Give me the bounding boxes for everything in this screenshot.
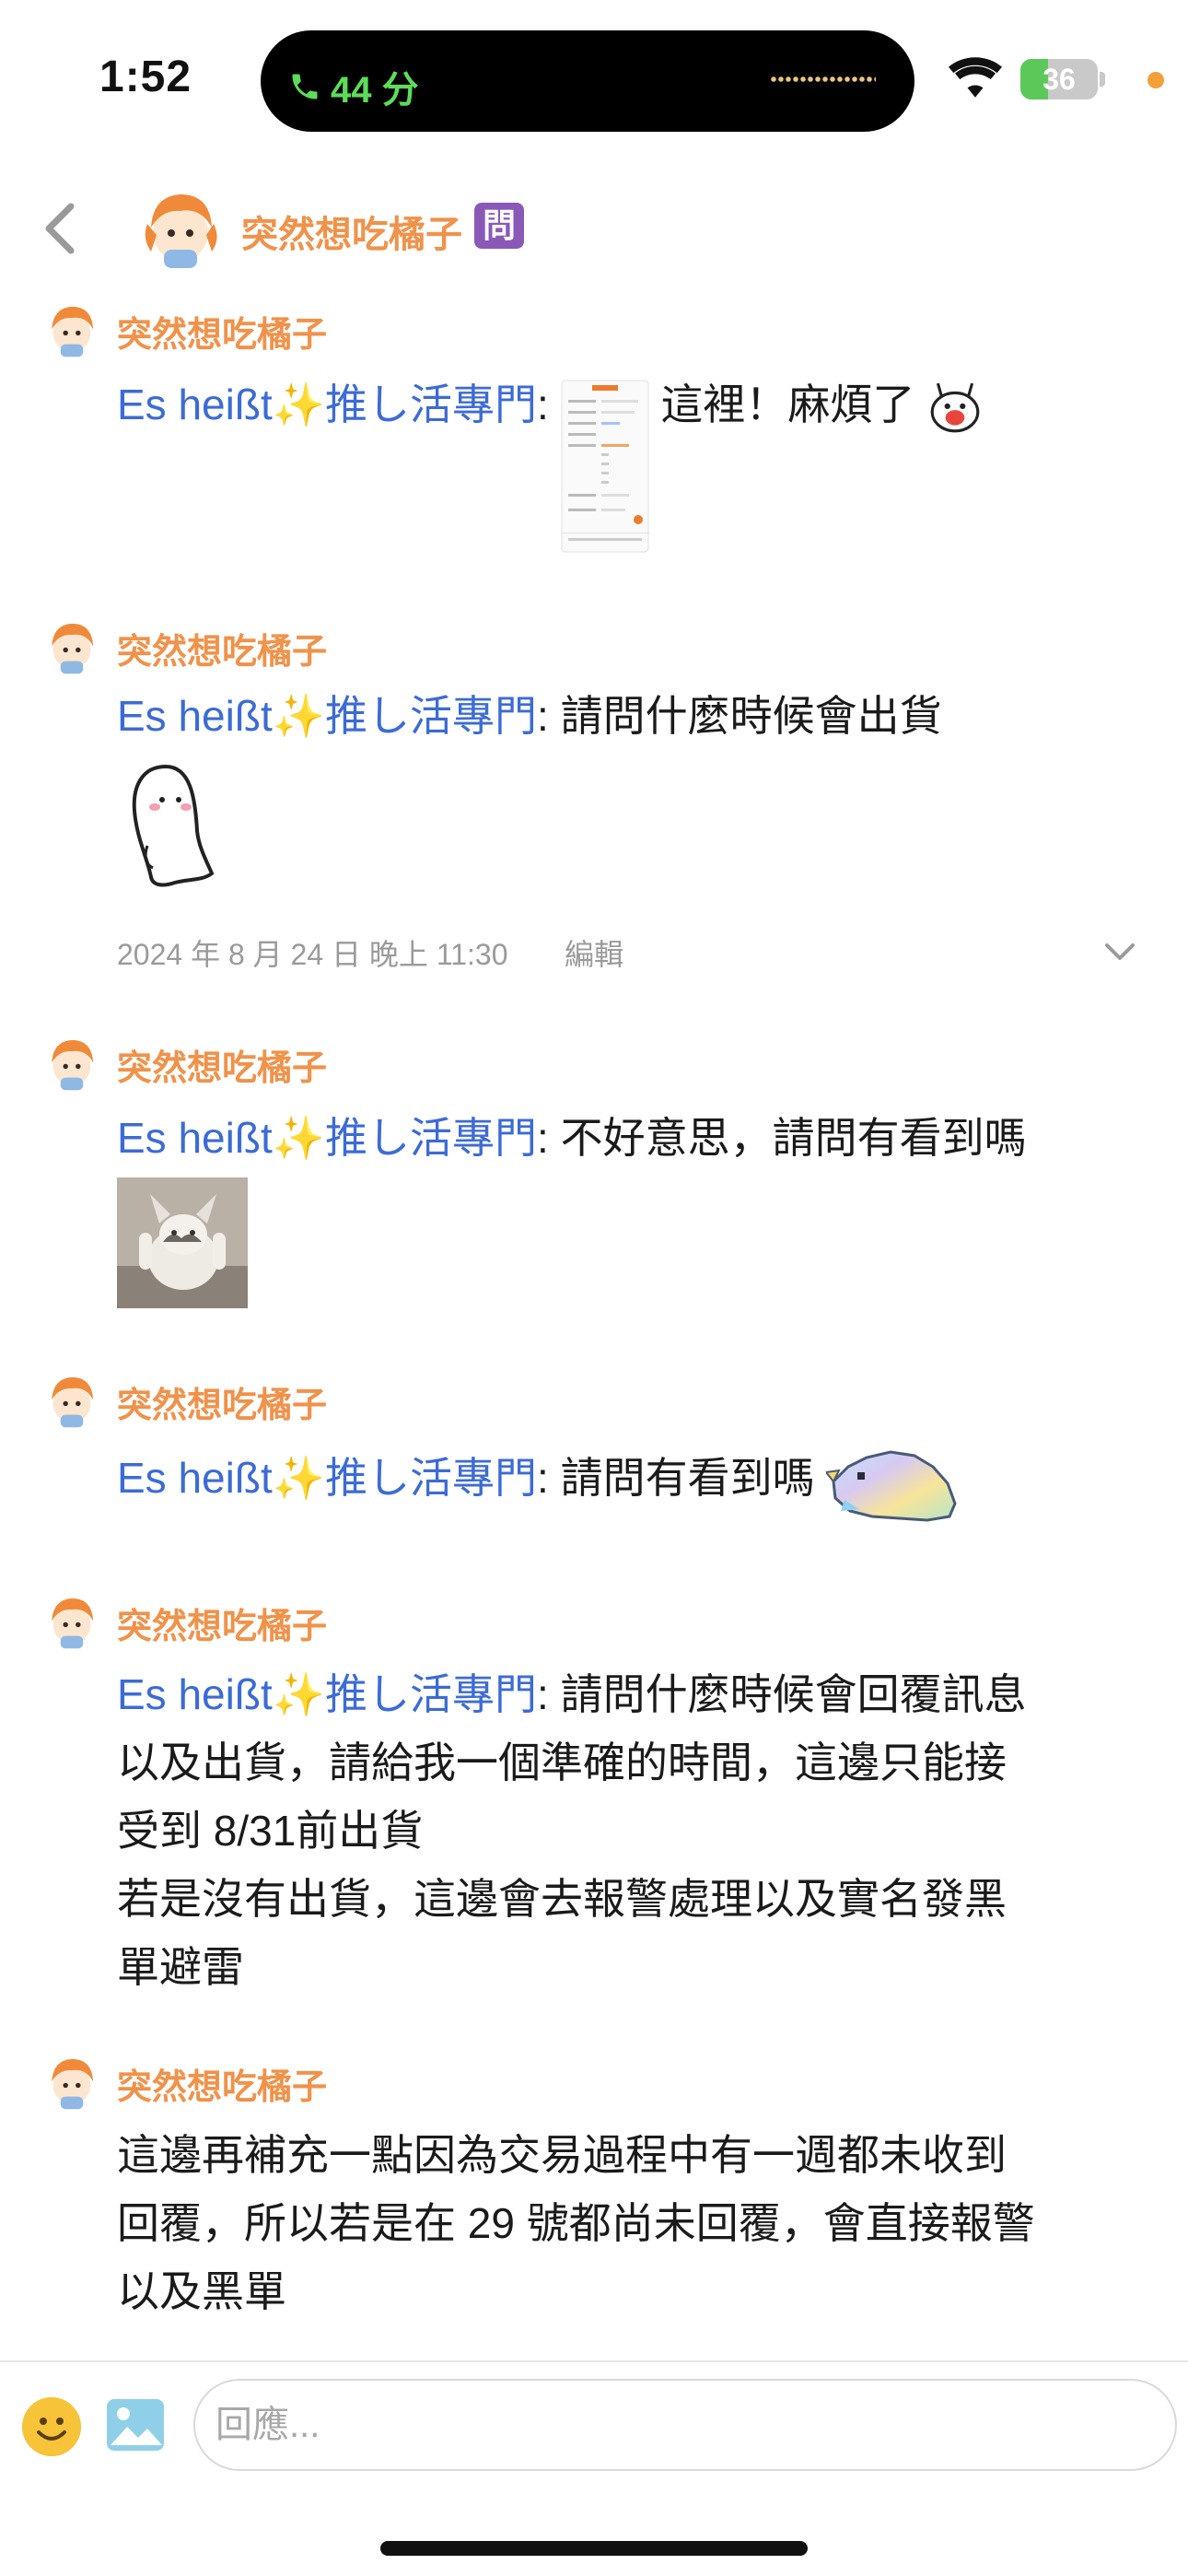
avatar[interactable] [41, 1030, 103, 1093]
message-content: 這裡！麻煩了 [660, 381, 915, 428]
call-indicator[interactable]: 44 分 [288, 60, 419, 113]
mention-name: Es heißt [117, 1670, 273, 1718]
call-duration: 44 分 [331, 70, 419, 111]
mention-name: Es heißt [117, 381, 273, 428]
mention-link[interactable]: Es heißt✨推し活專門 [117, 692, 537, 740]
message-line: 以及黑單 [117, 2267, 286, 2315]
composer-bar [0, 2360, 1188, 2489]
screenshot-thumbnail[interactable] [560, 380, 649, 553]
message-author[interactable]: 突然想吃橘子 [117, 1598, 327, 1648]
message-content: 不好意思，請問有看到嗎 [548, 1114, 1027, 1162]
avatar[interactable] [41, 2049, 103, 2112]
wifi-icon [949, 57, 1002, 98]
message-content: 請問什麼時候會回覆訊息 [548, 1670, 1027, 1718]
sticker-pixel-bird[interactable] [826, 1439, 961, 1524]
mention-suffix: 推し活專門 [325, 1454, 538, 1503]
mention-link[interactable]: Es heißt✨推し活專門 [117, 381, 537, 428]
message-author[interactable]: 突然想吃橘子 [117, 1376, 327, 1427]
status-time: 1:52 [99, 53, 192, 101]
message-content: 請問有看到嗎 [548, 1454, 815, 1503]
mention-link[interactable]: Es heißt✨推し活專門 [117, 1454, 537, 1502]
cat-photo-thumbnail[interactable] [117, 1177, 248, 1308]
chat-header: 突然想吃橘子 問 [0, 166, 1188, 286]
avatar[interactable] [41, 614, 103, 676]
mention-colon: : [537, 1454, 549, 1503]
mention-suffix: 推し活專門 [325, 1670, 538, 1718]
phone-icon [292, 74, 318, 100]
message-item: 突然想吃橘子 Es heißt✨推し活專門: 請問什麼時候會回覆訊息 以及出貨，… [0, 1588, 1188, 2012]
mention-suffix: 推し活專門 [325, 381, 538, 428]
avatar[interactable] [41, 1367, 103, 1430]
message-text: Es heißt✨推し活專門: 請問什麼時候會回覆訊息 以及出貨，請給我一個準確… [117, 1660, 1130, 2001]
message-item: 突然想吃橘子 Es heißt✨推し活專門: 請問什麼時候會出貨 2024 年 … [0, 614, 1188, 982]
battery-cap [1100, 72, 1105, 87]
message-line: 若是沒有出貨，這邊會去報警處理以及實名發黑 [117, 1875, 1007, 1923]
message-timestamp: 2024 年 8 月 24 日 晚上 11:30 [117, 938, 508, 971]
avatar[interactable] [41, 297, 103, 359]
message-line: Es heißt✨推し活專門: 請問什麼時候會回覆訊息 [117, 1660, 1130, 1728]
message-text: Es heißt✨推し活專門: 請問什麼時候會出貨 [117, 682, 1130, 750]
chevron-down-icon[interactable] [1101, 938, 1138, 966]
message-author[interactable]: 突然想吃橘子 [117, 306, 327, 357]
page-title[interactable]: 突然想吃橘子 [241, 205, 462, 258]
mention-suffix: 推し活專門 [325, 692, 538, 740]
edit-button[interactable]: 編輯 [565, 931, 623, 974]
chevron-left-icon[interactable] [37, 201, 83, 256]
message-line: 這邊再補充一點因為交易過程中有一週都未收到 [117, 2131, 1007, 2179]
message-line: 以及出貨，請給我一個準確的時間，這邊只能接 [117, 1739, 1007, 1786]
message-author[interactable]: 突然想吃橘子 [117, 2058, 327, 2109]
dynamic-island[interactable]: 44 分 [261, 30, 914, 132]
battery-level: 36 [1042, 63, 1076, 96]
message-line: 受到 8/31前出貨 [117, 1807, 424, 1855]
sparkle-icon: ✨ [272, 1114, 326, 1162]
sparkle-icon: ✨ [272, 1454, 326, 1503]
question-badge: 問 [474, 203, 524, 249]
battery-charging-icon: 36 [1020, 59, 1098, 100]
status-bar: 1:52 44 分 36 [0, 0, 1188, 138]
message-text: Es heißt✨推し活專門: 這裡！麻煩了 [117, 370, 1130, 553]
sparkle-icon: ✨ [272, 692, 326, 740]
mention-link[interactable]: Es heißt✨推し活專門 [117, 1114, 537, 1162]
mention-colon: : [537, 381, 549, 428]
mention-link[interactable]: Es heißt✨推し活專門 [117, 1670, 537, 1718]
message-item: 突然想吃橘子 Es heißt✨推し活專門: 這裡！麻煩了 [0, 297, 1188, 573]
privacy-indicator-dot [1147, 72, 1164, 88]
smiley-icon[interactable] [22, 2397, 81, 2456]
message-author[interactable]: 突然想吃橘子 [117, 1039, 327, 1090]
mention-colon: : [537, 692, 549, 740]
mention-name: Es heißt [117, 1114, 273, 1162]
message-item: 突然想吃橘子 這邊再補充一點因為交易過程中有一週都未收到 回覆，所以若是在 29… [0, 2049, 1188, 2344]
sparkle-icon: ✨ [272, 381, 326, 428]
sticker-rabbit[interactable] [926, 380, 984, 437]
mention-colon: : [537, 1670, 549, 1718]
message-item: 突然想吃橘子 Es heißt✨推し活專門: 不好意思，請問有看到嗎 [0, 1030, 1188, 1325]
message-text: Es heißt✨推し活專門: 不好意思，請問有看到嗎 [117, 1104, 1130, 1172]
mention-name: Es heißt [117, 692, 273, 740]
message-line: 單避雷 [117, 1943, 244, 1991]
message-content: 請問什麼時候會出貨 [548, 692, 942, 740]
message-item: 突然想吃橘子 Es heißt✨推し活專門: 請問有看到嗎 [0, 1367, 1188, 1551]
mention-colon: : [537, 1114, 549, 1162]
message-text: Es heißt✨推し活專門: 請問有看到嗎 [117, 1439, 1130, 1524]
avatar[interactable] [134, 180, 227, 272]
audio-wave-icon [770, 76, 876, 82]
mention-suffix: 推し活專門 [325, 1114, 538, 1162]
mention-name: Es heißt [117, 1454, 273, 1503]
message-text: 這邊再補充一點因為交易過程中有一週都未收到 回覆，所以若是在 29 號都尚未回覆… [117, 2121, 1130, 2325]
sticker-ghost[interactable] [120, 759, 223, 890]
reply-input[interactable] [193, 2379, 1177, 2471]
image-icon[interactable] [105, 2397, 166, 2453]
avatar[interactable] [41, 1588, 103, 1651]
sparkle-icon: ✨ [272, 1670, 326, 1718]
message-line: 回覆，所以若是在 29 號都尚未回覆，會直接報警 [117, 2199, 1035, 2247]
message-author[interactable]: 突然想吃橘子 [117, 623, 327, 673]
home-indicator[interactable] [380, 2541, 808, 2556]
